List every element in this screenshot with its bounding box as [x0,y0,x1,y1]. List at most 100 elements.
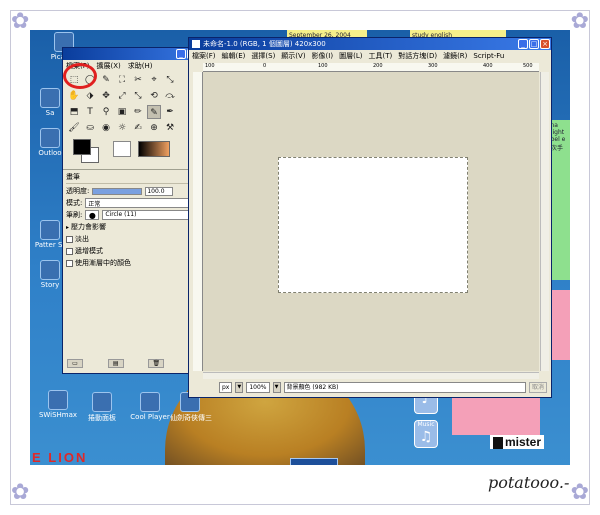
brush-preview[interactable] [113,141,131,157]
flip-tool[interactable]: ⤼ [163,89,177,103]
restore-options-button[interactable]: ▤ [107,359,124,368]
gimp-image-window[interactable]: 未命名-1.0 (RGB, 1 個圖層) 420x300 _ □ × 檔案(F)… [188,37,552,398]
canvas-area[interactable] [203,72,539,371]
paintbrush-tool[interactable]: ✎ [147,105,161,119]
vertical-scrollbar[interactable] [540,72,549,371]
perspective-tool[interactable]: ⬒ [67,105,81,119]
opacity-value[interactable]: 100.0 [145,186,174,196]
swishmax-icon [48,390,68,410]
mode-row: 模式: 正常 ▼ [66,198,206,208]
menu-file[interactable]: 檔案(F) [192,51,216,61]
image-canvas[interactable] [278,157,468,293]
checkbox[interactable] [66,235,73,243]
taskbar-button[interactable] [290,458,338,465]
app-icon [40,260,60,280]
app-icon [40,88,60,108]
menu-layer[interactable]: 圖層(L) [339,51,362,61]
horizontal-ruler[interactable]: 100 0 100 200 300 400 500 [203,63,539,72]
desktop-icon-scroll-panel[interactable]: 捲動面板 [82,392,122,423]
heal-tool[interactable]: ◉ [99,121,113,135]
color-picker-tool[interactable]: ⌖ [147,73,161,87]
music-label: Music [417,421,435,428]
desktop-icon-swishmax[interactable]: SWiSHmax [38,390,78,419]
incremental-checkbox[interactable]: 遞增模式 [66,246,206,256]
measure-tool[interactable]: ⊕ [147,121,161,135]
minimize-button[interactable]: _ [518,39,528,49]
smudge-tool[interactable]: ✍ [131,121,145,135]
menu-dialogs[interactable]: 對話方塊(D) [398,51,437,61]
zoom-tool[interactable]: ⚲ [99,105,113,119]
menu-script-fu[interactable]: Script-Fu [473,52,504,60]
flower-decoration-icon: ✿ [11,9,30,34]
gradient-color-checkbox[interactable]: 使用漸層中的顏色 [66,258,206,268]
fuzzy-select-tool[interactable]: ⛶ [115,73,129,87]
menu-edit[interactable]: 編輯(E) [222,51,246,61]
menu-select[interactable]: 選擇(S) [251,51,275,61]
free-select-tool[interactable]: ✎ [99,73,113,87]
gimp-app-icon [192,40,200,48]
text-tool[interactable]: T [83,105,97,119]
minimize-button[interactable]: _ [176,49,186,59]
panel-header: 畫筆 ▣ ◂ [66,172,206,184]
airbrush-tool[interactable]: 🖌 [67,121,81,135]
app-icon [92,392,112,412]
save-options-button[interactable]: ▭ [67,359,83,368]
brush-row: 筆刷: ● Circle (11) [66,210,206,220]
desktop-icon-cool-player[interactable]: Cool Player [130,392,170,421]
image-menubar: 檔案(F) 編輯(E) 選擇(S) 顯示(V) 影像(I) 圖層(L) 工具(T… [189,50,551,61]
menu-help[interactable]: 求助(H) [128,61,153,71]
scissors-tool[interactable]: ✂ [131,73,145,87]
chevron-down-icon[interactable]: ▼ [272,381,281,393]
move-tool[interactable]: ✋ [67,89,81,103]
toolbox-bottom-bar: ▭ ▤ 🗑 ↺ [67,359,205,369]
chevron-down-icon[interactable]: ▼ [235,381,244,393]
dodge-burn-tool[interactable]: ☼ [115,121,129,135]
fade-checkbox[interactable]: 淡出 [66,234,206,244]
opacity-label: 透明度: [66,187,90,195]
panel-title: 畫筆 [66,173,80,181]
checkbox[interactable] [66,259,73,267]
outlook-icon [40,128,60,148]
ink-tool[interactable]: ✒ [163,105,177,119]
menu-filters[interactable]: 濾鏡(R) [443,51,467,61]
menu-view[interactable]: 顯示(V) [281,51,305,61]
scale-tool[interactable]: ⤡ [163,73,177,87]
checkbox[interactable] [66,247,73,255]
maximize-button[interactable]: □ [529,39,539,49]
pencil-tool[interactable]: ✏ [131,105,145,119]
opacity-row: 透明度: 100.0 [66,186,206,196]
mode-label: 模式: [66,199,83,207]
rotate-tool[interactable]: ⟲ [147,89,161,103]
bucket-select-tool[interactable]: ⬗ [83,89,97,103]
opacity-slider[interactable] [92,187,143,195]
gradient-preview[interactable] [138,141,170,157]
close-button[interactable]: × [540,39,550,49]
foreground-color-swatch[interactable] [73,139,91,155]
brush-selector[interactable]: ● [85,210,100,220]
menu-tools[interactable]: 工具(T) [368,51,392,61]
signature-text: potatooo.- [488,473,570,492]
blend-tool[interactable]: ▣ [115,105,129,119]
music-folder-icon[interactable]: Music ♫ [414,420,438,448]
horizontal-scrollbar[interactable] [203,372,539,379]
image-window-titlebar[interactable]: 未命名-1.0 (RGB, 1 個圖層) 420x300 _ □ × [189,38,551,50]
align-tool[interactable]: ✥ [99,89,113,103]
brush-label: 筆刷: [66,211,83,219]
expander-arrow-icon: ▸ [66,223,70,231]
menu-extensions[interactable]: 擴展(X) [97,61,121,71]
pressure-expander[interactable]: ▸ 壓力會影響 [66,222,206,232]
delete-options-button[interactable]: 🗑 [148,359,165,368]
cancel-button[interactable]: 取消 [528,381,547,393]
zoom-select[interactable]: 100% [246,381,270,393]
unit-select[interactable]: px [219,381,233,393]
mister-logo: mister [490,435,545,449]
vertical-ruler[interactable] [193,72,203,371]
cool-player-icon [140,392,160,412]
transform-tool[interactable]: ⤡ [131,89,145,103]
image-window-title: 未命名-1.0 (RGB, 1 個圖層) 420x300 [203,40,326,48]
eraser-tool[interactable]: ⚒ [163,121,177,135]
crop-tool[interactable]: ⤢ [115,89,129,103]
clone-tool[interactable]: ⛀ [83,121,97,135]
wallpaper-text: E LION [32,450,88,465]
menu-image[interactable]: 影像(I) [312,51,334,61]
